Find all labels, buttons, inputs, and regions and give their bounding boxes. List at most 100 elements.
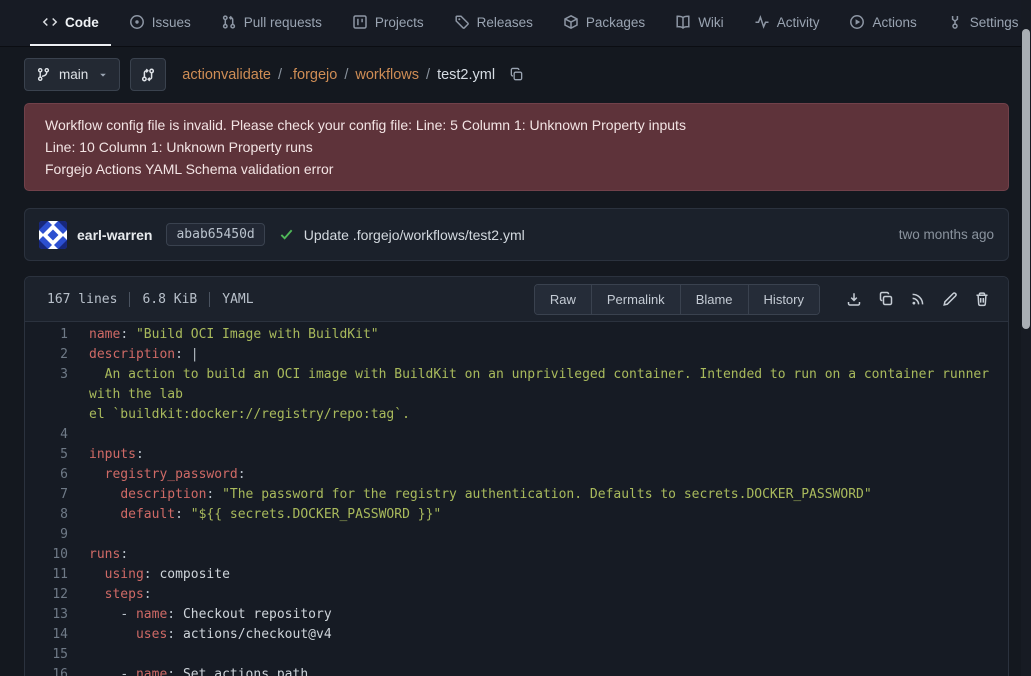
repo-tabs-left: CodeIssuesPull requests Projects Releases P… — [30, 0, 935, 46]
nav-tab-label: Settings — [970, 15, 1019, 30]
nav-tab-releases[interactable]: Releases — [442, 0, 545, 46]
line-number[interactable]: 15 — [25, 645, 89, 665]
nav-tab-activity[interactable]: Activity — [742, 0, 832, 46]
commit-author[interactable]: earl-warren — [77, 227, 152, 243]
nav-tab-label: Packages — [586, 15, 645, 30]
package-icon — [563, 14, 579, 30]
download-icon[interactable] — [838, 285, 870, 313]
nav-tab-label: Projects — [375, 15, 424, 30]
history-button[interactable]: History — [748, 285, 819, 314]
code-line: 15 — [25, 645, 1008, 665]
commit-status-check-icon[interactable] — [279, 227, 294, 242]
code-text: name: "Build OCI Image with BuildKit" — [89, 325, 1008, 345]
raw-button[interactable]: Raw — [535, 285, 591, 314]
branch-name: main — [59, 67, 88, 82]
code-text: - name: Checkout repository — [89, 605, 1008, 625]
repo-tab-bar: CodeIssuesPull requests Projects Releases P… — [0, 0, 1031, 47]
branch-selector-button[interactable]: main — [24, 58, 120, 91]
nav-tab-issues[interactable]: Issues — [117, 0, 203, 46]
permalink-button[interactable]: Permalink — [591, 285, 680, 314]
code-line: 5inputs: — [25, 445, 1008, 465]
code-line: 16 - name: Set actions path — [25, 665, 1008, 676]
file-meta-item: YAML — [209, 292, 265, 307]
avatar[interactable] — [39, 221, 67, 249]
line-number[interactable]: 5 — [25, 445, 89, 465]
nav-tab-label: Activity — [777, 15, 820, 30]
breadcrumb-separator: / — [426, 67, 430, 83]
code-text — [89, 425, 1008, 445]
line-number[interactable]: 12 — [25, 585, 89, 605]
nav-tab-projects[interactable]: Projects — [340, 0, 436, 46]
code-text: - name: Set actions path — [89, 665, 1008, 676]
delete-icon[interactable] — [966, 285, 998, 313]
nav-tab-settings[interactable]: Settings — [935, 0, 1031, 46]
pull-request-icon — [221, 14, 237, 30]
code-text: default: "${{ secrets.DOCKER_PASSWORD }}… — [89, 505, 1008, 525]
line-number[interactable]: 13 — [25, 605, 89, 625]
chevron-down-icon — [98, 70, 108, 80]
code-line: 8 default: "${{ secrets.DOCKER_PASSWORD … — [25, 505, 1008, 525]
code-text: steps: — [89, 585, 1008, 605]
project-icon — [352, 14, 368, 30]
edit-icon[interactable] — [934, 285, 966, 313]
nav-tab-code[interactable]: Code — [30, 0, 111, 46]
line-number[interactable]: 4 — [25, 425, 89, 445]
play-icon — [849, 14, 865, 30]
scrollbar-thumb[interactable] — [1022, 29, 1030, 329]
rss-icon[interactable] — [902, 285, 934, 313]
nav-tab-packages[interactable]: Packages — [551, 0, 657, 46]
code-line: 6 registry_password: — [25, 465, 1008, 485]
line-number[interactable]: 1 — [25, 325, 89, 345]
line-number[interactable]: 14 — [25, 625, 89, 645]
file-meta: 167 lines6.8 KiBYAML — [35, 292, 266, 307]
line-number[interactable]: 7 — [25, 485, 89, 505]
breadcrumb-item-workflows[interactable]: workflows — [355, 67, 419, 83]
scrollbar-track[interactable] — [1021, 0, 1031, 676]
code-line: 14 uses: actions/checkout@v4 — [25, 625, 1008, 645]
pulse-icon — [754, 14, 770, 30]
compare-branches-button[interactable] — [130, 58, 166, 91]
tools-icon — [947, 14, 963, 30]
error-line: Forgejo Actions YAML Schema validation e… — [45, 158, 988, 180]
code-line: 1name: "Build OCI Image with BuildKit" — [25, 325, 1008, 345]
file-actions: RawPermalinkBlameHistory — [534, 284, 998, 315]
breadcrumb-item-test2yml: test2.yml — [437, 67, 495, 83]
line-number[interactable]: 2 — [25, 345, 89, 365]
breadcrumb-item-actionvalidate[interactable]: actionvalidate — [182, 67, 271, 83]
line-number[interactable]: 6 — [25, 465, 89, 485]
commit-hash-link[interactable]: abab65450d — [166, 223, 264, 246]
copy-path-icon[interactable] — [509, 67, 524, 82]
code-line: 2description: | — [25, 345, 1008, 365]
blame-button[interactable]: Blame — [680, 285, 748, 314]
line-number[interactable]: 16 — [25, 665, 89, 676]
nav-tab-pull-requests[interactable]: Pull requests — [209, 0, 334, 46]
line-number[interactable]: 9 — [25, 525, 89, 545]
breadcrumb-separator: / — [278, 67, 282, 83]
code-text: registry_password: — [89, 465, 1008, 485]
page-content: main actionvalidate/.forgejo/workflows/t… — [0, 47, 1031, 676]
file-view: 167 lines6.8 KiBYAML RawPermalinkBlameHi… — [24, 276, 1009, 676]
code-line: 4 — [25, 425, 1008, 445]
line-number[interactable]: 10 — [25, 545, 89, 565]
code-line: 13 - name: Checkout repository — [25, 605, 1008, 625]
nav-tab-label: Actions — [872, 15, 916, 30]
latest-commit-bar: earl-warren abab65450d Update .forgejo/w… — [24, 208, 1009, 261]
nav-tab-actions[interactable]: Actions — [837, 0, 928, 46]
file-icon-buttons — [838, 285, 998, 313]
workflow-error-banner: Workflow config file is invalid. Please … — [24, 103, 1009, 191]
code-text — [89, 645, 1008, 665]
code-icon — [42, 14, 58, 30]
line-number[interactable]: 8 — [25, 505, 89, 525]
error-line: Workflow config file is invalid. Please … — [45, 114, 988, 136]
code-text: using: composite — [89, 565, 1008, 585]
code-text: uses: actions/checkout@v4 — [89, 625, 1008, 645]
line-number[interactable]: 3 — [25, 365, 89, 425]
commit-message[interactable]: Update .forgejo/workflows/test2.yml — [304, 227, 525, 243]
nav-tab-wiki[interactable]: Wiki — [663, 0, 736, 46]
code-line: 9 — [25, 525, 1008, 545]
nav-tab-label: Releases — [477, 15, 533, 30]
repo-tabs-right: Settings — [935, 0, 1031, 46]
breadcrumb-item-forgejo[interactable]: .forgejo — [289, 67, 337, 83]
copy-icon[interactable] — [870, 285, 902, 313]
line-number[interactable]: 11 — [25, 565, 89, 585]
